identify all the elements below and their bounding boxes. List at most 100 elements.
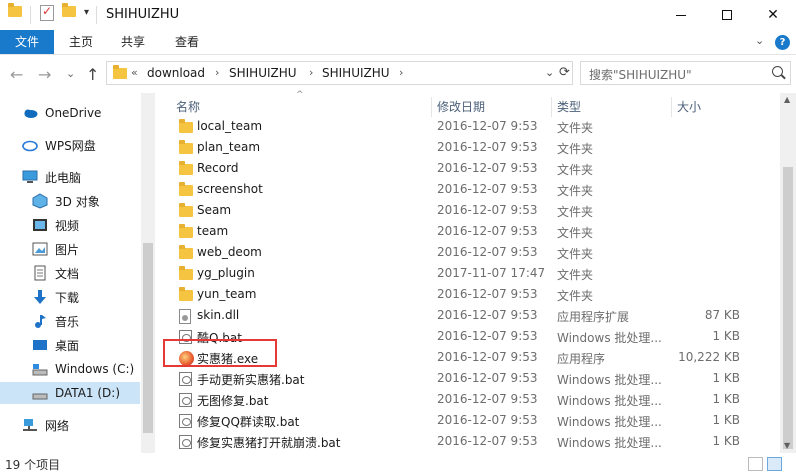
sidebar-item-label: 桌面 [55, 338, 80, 353]
sidebar-item-videos[interactable]: 视频 [0, 214, 140, 236]
breadcrumb-shihuizhu-2[interactable]: SHIHUIZHU [322, 66, 390, 80]
download-icon [32, 289, 48, 305]
file-date: 2016-12-07 9:53 [437, 413, 538, 427]
column-divider[interactable] [551, 97, 552, 117]
file-list-scrollbar[interactable]: ▲ ▼ [780, 93, 796, 453]
table-row[interactable]: Record 2016-12-07 9:53 文件夹 [170, 158, 780, 179]
sidebar-item-onedrive[interactable]: OneDrive [0, 102, 140, 124]
new-folder-icon[interactable] [62, 3, 76, 17]
table-row[interactable]: Seam 2016-12-07 9:53 文件夹 [170, 200, 780, 221]
sidebar-item-drive-c[interactable]: Windows (C:) [0, 358, 140, 380]
file-date: 2016-12-07 9:53 [437, 224, 538, 238]
file-name: 无图修复.bat [197, 394, 269, 408]
sidebar-item-label: DATA1 (D:) [55, 386, 121, 400]
large-icons-view-button[interactable] [767, 457, 782, 471]
status-bar: 19 个项目 [0, 453, 796, 475]
tab-share[interactable]: 共享 [108, 30, 158, 54]
file-type: 文件夹 [557, 247, 594, 261]
file-type: Windows 批处理... [557, 394, 662, 408]
title-bar: ▾ SHIHUIZHU ✕ [0, 0, 796, 30]
folder-icon [179, 182, 193, 196]
search-input[interactable]: 搜索"SHIHUIZHU" [580, 61, 791, 85]
file-date: 2016-12-07 9:53 [437, 371, 538, 385]
file-size: 1 KB [712, 371, 740, 385]
drive-icon [32, 385, 48, 401]
recent-locations-button[interactable]: ⌄ [66, 67, 75, 80]
file-name: screenshot [197, 182, 263, 196]
picture-icon [32, 241, 48, 257]
close-button[interactable]: ✕ [750, 0, 796, 30]
tab-file[interactable]: 文件 [0, 30, 54, 54]
address-bar[interactable]: « download › SHIHUIZHU › SHIHUIZHU › ⌄ ⟳ [106, 61, 573, 85]
tab-view[interactable]: 查看 [160, 30, 214, 54]
table-row[interactable]: skin.dll 2016-12-07 9:53 应用程序扩展 87 KB [170, 305, 780, 326]
sidebar-item-desktop[interactable]: 桌面 [0, 334, 140, 356]
breadcrumb-separator[interactable]: › [309, 66, 313, 79]
breadcrumb-separator[interactable]: › [399, 66, 403, 79]
breadcrumb-download[interactable]: download [147, 66, 205, 80]
back-button[interactable]: ← [10, 65, 23, 84]
tab-home[interactable]: 主页 [56, 30, 106, 54]
music-icon [32, 313, 48, 329]
table-row[interactable]: screenshot 2016-12-07 9:53 文件夹 [170, 179, 780, 200]
sidebar-scrollbar[interactable] [141, 93, 155, 453]
sidebar-item-label: 3D 对象 [55, 194, 100, 209]
sidebar-item-network[interactable]: 网络 [0, 414, 140, 436]
breadcrumb-overflow[interactable]: « [131, 66, 138, 79]
sidebar-item-this-pc[interactable]: 此电脑 [0, 166, 140, 188]
file-list: ^ 名称 修改日期 类型 大小 local_team 2016-12-07 9:5… [155, 90, 796, 453]
column-divider[interactable] [671, 97, 672, 117]
file-name: skin.dll [197, 308, 240, 322]
minimize-button[interactable] [658, 0, 704, 30]
sidebar-item-label: 此电脑 [45, 170, 82, 185]
table-row[interactable]: yg_plugin 2017-11-07 17:47 文件夹 [170, 263, 780, 284]
table-row[interactable]: local_team 2016-12-07 9:53 文件夹 [170, 116, 780, 137]
forward-button[interactable]: → [38, 65, 51, 84]
address-dropdown[interactable]: ⌄ [545, 66, 554, 79]
scroll-up-icon[interactable]: ▲ [784, 95, 790, 104]
table-row[interactable]: 修复QQ群读取.bat 2016-12-07 9:53 Windows 批处理...… [170, 410, 780, 431]
column-header-size[interactable]: 大小 [677, 93, 701, 117]
file-date: 2016-12-07 9:53 [437, 434, 538, 448]
breadcrumb-separator[interactable]: › [215, 66, 219, 79]
table-row[interactable]: 无图修复.bat 2016-12-07 9:53 Windows 批处理... 1 K… [170, 389, 780, 410]
table-row[interactable]: yun_team 2016-12-07 9:53 文件夹 [170, 284, 780, 305]
sidebar-item-wps-cloud[interactable]: WPS网盘 [0, 134, 140, 156]
sidebar-item-downloads[interactable]: 下载 [0, 286, 140, 308]
file-type: Windows 批处理... [557, 331, 662, 345]
column-divider[interactable] [431, 97, 432, 117]
table-row[interactable]: team 2016-12-07 9:53 文件夹 [170, 221, 780, 242]
file-type: 应用程序扩展 [557, 310, 630, 324]
maximize-button[interactable] [704, 0, 750, 30]
table-row[interactable]: web_deom 2016-12-07 9:53 文件夹 [170, 242, 780, 263]
sidebar-item-music[interactable]: 音乐 [0, 310, 140, 332]
up-button[interactable]: ↑ [86, 65, 99, 84]
file-date: 2017-11-07 17:47 [437, 266, 546, 280]
column-header-date[interactable]: 修改日期 [437, 93, 485, 117]
sidebar-item-drive-d[interactable]: DATA1 (D:) [0, 382, 140, 404]
properties-icon[interactable] [40, 4, 54, 21]
file-size: 87 KB [704, 308, 740, 322]
sidebar-item-label: OneDrive [45, 106, 102, 120]
table-row[interactable]: 修复实惠猪打开就崩溃.bat 2016-12-07 9:53 Windows 批处理… [170, 431, 780, 452]
file-list-scrollbar-thumb[interactable] [783, 167, 793, 449]
dll-file-icon [179, 309, 191, 324]
ribbon-expand-icon[interactable]: ⌄ [755, 34, 764, 47]
sidebar-item-documents[interactable]: 文档 [0, 262, 140, 284]
refresh-button[interactable]: ⟳ [559, 65, 570, 80]
sidebar-scrollbar-thumb[interactable] [143, 243, 153, 433]
sidebar-item-pictures[interactable]: 图片 [0, 238, 140, 260]
column-header-name[interactable]: 名称 [176, 93, 200, 117]
details-view-button[interactable] [748, 457, 763, 471]
file-name: 修复实惠猪打开就崩溃.bat [197, 436, 341, 450]
breadcrumb-shihuizhu-1[interactable]: SHIHUIZHU [229, 66, 297, 80]
help-icon[interactable]: ? [775, 35, 790, 50]
sidebar-item-3d-objects[interactable]: 3D 对象 [0, 190, 140, 212]
folder-icon [179, 287, 193, 301]
scroll-down-icon[interactable]: ▼ [784, 441, 790, 450]
table-row[interactable]: 手动更新实惠猪.bat 2016-12-07 9:53 Windows 批处理...… [170, 368, 780, 389]
column-header-type[interactable]: 类型 [557, 93, 581, 117]
quick-access-dropdown[interactable]: ▾ [84, 7, 89, 18]
sidebar-item-label: 图片 [55, 242, 80, 257]
table-row[interactable]: plan_team 2016-12-07 9:53 文件夹 [170, 137, 780, 158]
